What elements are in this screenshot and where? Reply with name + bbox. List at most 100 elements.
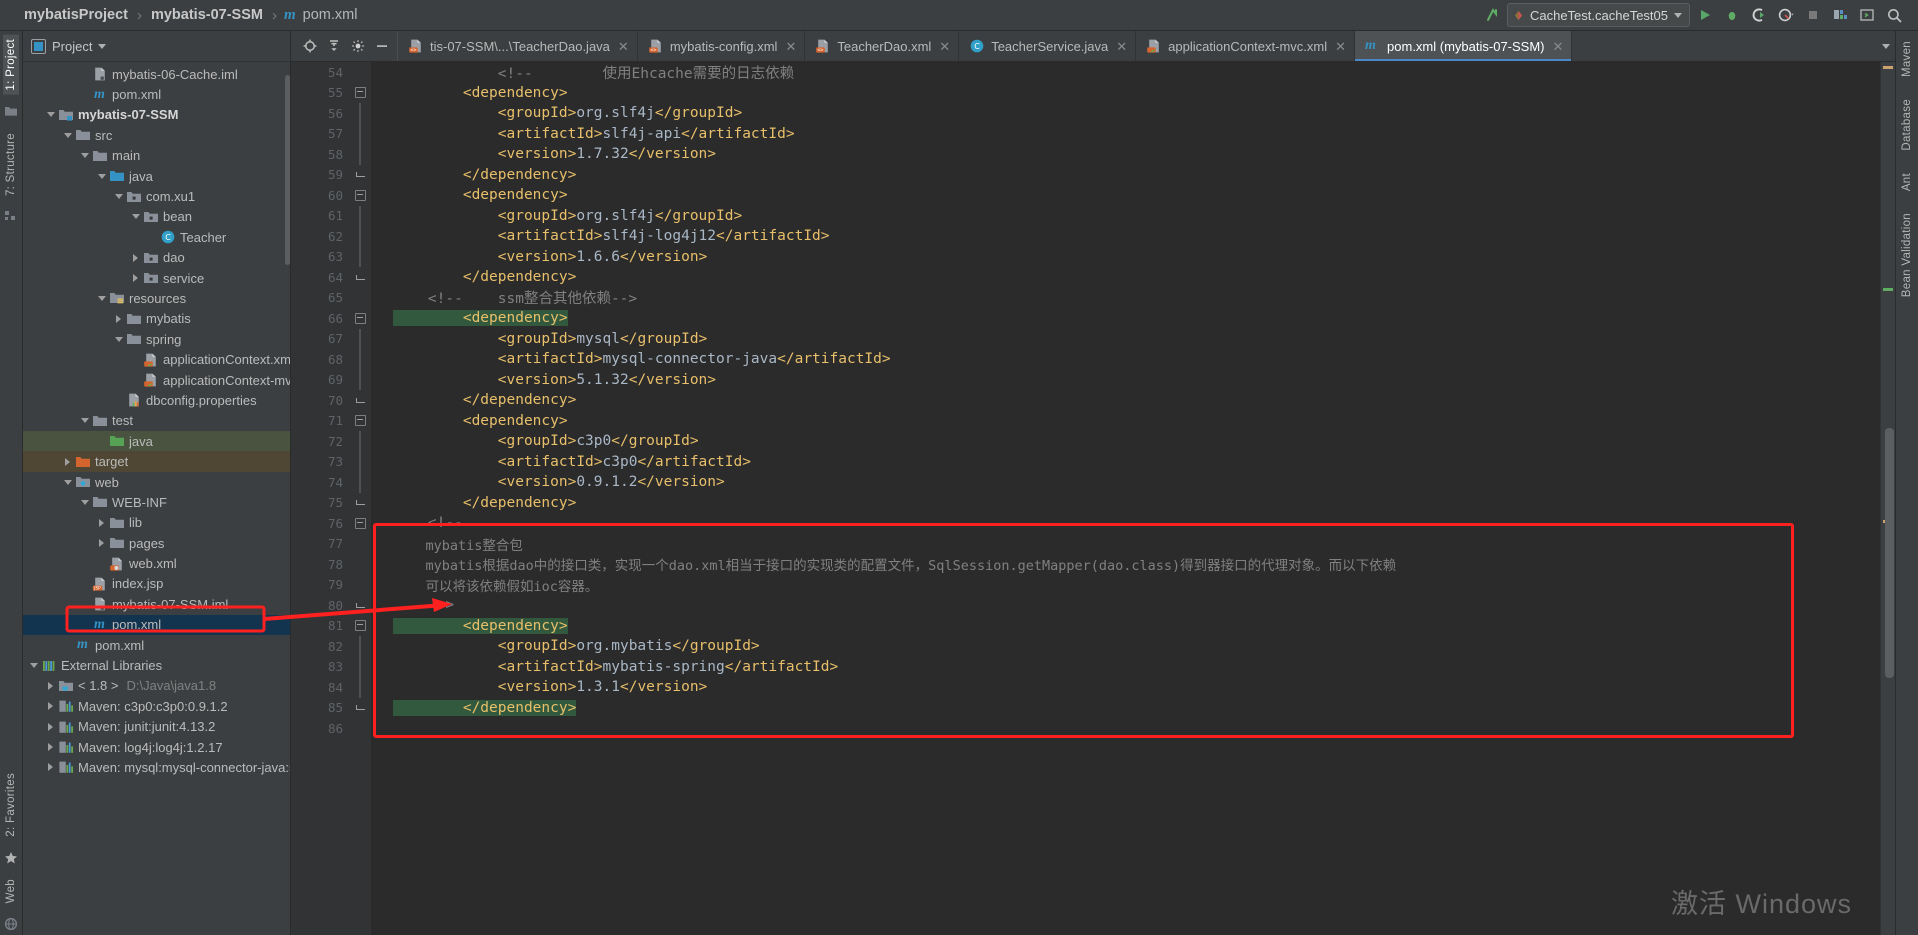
fold-end-icon[interactable] [355, 396, 365, 405]
tree-node[interactable]: C Teacher [23, 227, 290, 247]
chevron-right-icon[interactable] [44, 722, 57, 731]
tree-node[interactable]: mybatis-07-SSM [23, 105, 290, 125]
locate-icon[interactable] [299, 35, 321, 57]
tree-node[interactable]: target [23, 451, 290, 472]
sidebar-item-database[interactable]: Database [1899, 95, 1915, 155]
code-line[interactable]: </dependency> [371, 390, 1880, 411]
fold-marker[interactable] [349, 431, 371, 452]
tree-node[interactable]: com.xu1 [23, 186, 290, 206]
collapse-all-icon[interactable] [323, 35, 345, 57]
run-configuration-selector[interactable]: CacheTest.cacheTest05 [1506, 3, 1690, 27]
chevron-down-icon[interactable] [129, 214, 142, 220]
chevron-right-icon[interactable] [129, 253, 142, 262]
code-line[interactable]: <groupId> org.mybatis </groupId> [371, 636, 1880, 657]
code-line[interactable]: <version> 1.6.6 </version> [371, 247, 1880, 268]
fold-collapse-icon[interactable] [354, 189, 366, 201]
tree-node[interactable]: External Libraries [23, 655, 290, 675]
code-line[interactable]: <version> 1.7.32 </version> [371, 144, 1880, 165]
tree-node[interactable]: Maven: mysql:mysql-connector-java:5.1.32 [23, 757, 290, 777]
code-content[interactable]: 激活 Windows <!-- 使用Ehcache需要的日志依赖 <depend… [371, 62, 1880, 935]
tree-node[interactable]: < 1.8 > D:\Java\java1.8 [23, 676, 290, 696]
close-icon[interactable]: ✕ [937, 40, 950, 53]
fold-marker[interactable] [349, 472, 371, 493]
chevron-down-icon[interactable] [112, 194, 125, 200]
close-icon[interactable]: ✕ [783, 40, 796, 53]
code-line[interactable]: <!-- [371, 513, 1880, 534]
fold-marker[interactable] [349, 616, 371, 637]
sidebar-item-project[interactable]: 1: Project [3, 35, 19, 95]
fold-marker[interactable] [349, 226, 371, 247]
tree-node[interactable]: Maven: c3p0:c3p0:0.9.1.2 [23, 696, 290, 716]
fold-marker[interactable] [349, 185, 371, 206]
fold-marker[interactable] [349, 349, 371, 370]
chevron-down-icon[interactable] [78, 418, 91, 424]
sidebar-item-web[interactable]: Web [3, 875, 19, 907]
chevron-right-icon[interactable] [44, 763, 57, 772]
code-line[interactable]: </dependency> [371, 267, 1880, 288]
chevron-down-icon[interactable] [27, 663, 40, 669]
tree-node[interactable]: dao [23, 248, 290, 268]
tree-node[interactable]: Maven: log4j:log4j:1.2.17 [23, 737, 290, 757]
chevron-right-icon[interactable] [44, 681, 57, 690]
chevron-right-icon[interactable] [61, 457, 74, 466]
code-line[interactable]: </dependency> [371, 493, 1880, 514]
tree-node[interactable]: dbconfig.properties [23, 390, 290, 410]
build-project-icon[interactable] [1828, 4, 1852, 26]
editor-tab[interactable]: <> tis-07-SSM\...\TeacherDao.java ✕ [398, 31, 638, 61]
code-folding-gutter[interactable] [349, 62, 371, 935]
tree-node[interactable]: web.xml [23, 553, 290, 573]
code-line[interactable]: 可以将该依赖假如ioc容器。 [371, 575, 1880, 596]
fold-marker[interactable] [349, 513, 371, 534]
editor-tab[interactable]: applicationContext-mvc.xml ✕ [1136, 31, 1356, 61]
fold-end-icon[interactable] [355, 273, 365, 282]
code-line[interactable]: <artifactId> c3p0 </artifactId> [371, 452, 1880, 473]
project-scrollbar[interactable] [285, 75, 290, 265]
code-line[interactable]: mybatis根据dao中的接口类，实现一个dao.xml相当于接口的实现类的配… [371, 554, 1880, 575]
fold-marker[interactable] [349, 165, 371, 186]
fold-end-icon[interactable] [355, 703, 365, 712]
fold-marker[interactable] [349, 493, 371, 514]
sidebar-item-bean-validation[interactable]: Bean Validation [1899, 209, 1915, 301]
breadcrumb-project[interactable]: mybatisProject [22, 7, 130, 23]
chevron-down-icon[interactable] [1882, 43, 1890, 49]
code-line[interactable]: <artifactId> slf4j-api </artifactId> [371, 124, 1880, 145]
fold-end-icon[interactable] [355, 498, 365, 507]
fold-marker[interactable] [349, 451, 371, 472]
tree-node[interactable]: applicationContext-mvc.xml [23, 370, 290, 390]
fold-end-icon[interactable] [355, 601, 365, 610]
code-line[interactable]: <dependency> [371, 83, 1880, 104]
chevron-down-icon[interactable] [112, 336, 125, 342]
tree-node[interactable]: Maven: junit:junit:4.13.2 [23, 717, 290, 737]
fold-end-icon[interactable] [355, 170, 365, 179]
folder-icon[interactable] [4, 105, 18, 119]
marker-warning[interactable] [1883, 66, 1893, 69]
fold-marker[interactable] [349, 369, 371, 390]
fold-marker[interactable] [349, 328, 371, 349]
fold-collapse-icon[interactable] [354, 620, 366, 632]
code-line[interactable]: mybatis整合包 [371, 534, 1880, 555]
chevron-down-icon[interactable] [78, 153, 91, 159]
settings-gear-icon[interactable] [347, 35, 369, 57]
chevron-down-icon[interactable] [61, 479, 74, 485]
fold-marker[interactable] [349, 411, 371, 432]
fold-marker[interactable] [349, 246, 371, 267]
chevron-right-icon[interactable] [95, 539, 108, 548]
code-line[interactable]: <dependency> [371, 308, 1880, 329]
star-icon[interactable] [4, 851, 18, 865]
fold-marker[interactable] [349, 267, 371, 288]
tree-node[interactable]: bean [23, 207, 290, 227]
fold-collapse-icon[interactable] [354, 517, 366, 529]
chevron-down-icon[interactable] [95, 295, 108, 301]
chevron-right-icon[interactable] [95, 518, 108, 527]
project-tree[interactable]: mybatis-06-Cache.iml m pom.xml mybatis-07-S… [23, 62, 290, 935]
debug-icon[interactable] [1720, 4, 1744, 26]
stop-icon[interactable] [1801, 4, 1825, 26]
tree-node[interactable]: java [23, 431, 290, 452]
tree-node[interactable]: m pom.xml [23, 635, 290, 655]
fold-marker[interactable] [349, 595, 371, 616]
code-line[interactable]: --> [371, 595, 1880, 616]
close-icon[interactable]: ✕ [1333, 40, 1346, 53]
code-line[interactable]: </dependency> [371, 698, 1880, 719]
chevron-down-icon[interactable] [98, 43, 107, 49]
run-icon[interactable] [1693, 4, 1717, 26]
